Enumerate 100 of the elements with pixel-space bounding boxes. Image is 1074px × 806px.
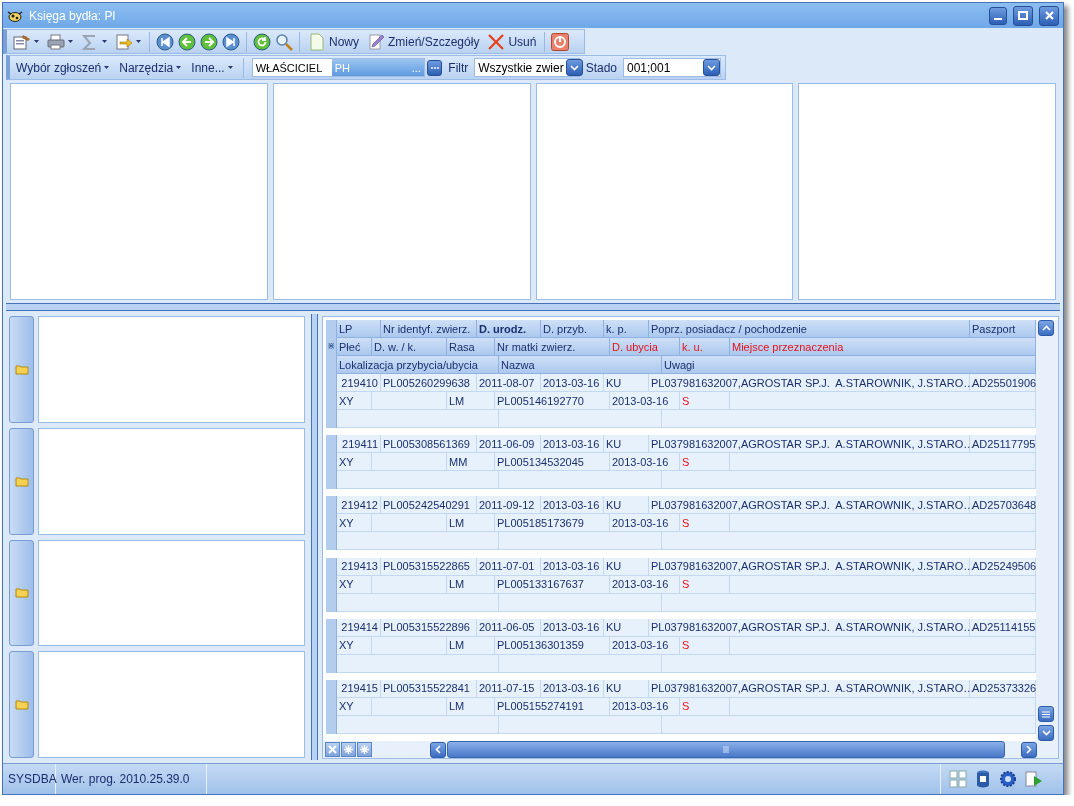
scroll-up-button[interactable]	[1038, 320, 1054, 336]
table-cell: KU	[604, 374, 649, 392]
gear-icon[interactable]	[999, 770, 1017, 788]
maximize-icon	[1018, 11, 1028, 20]
scroll-menu-button[interactable]	[1038, 706, 1054, 722]
refresh-icon[interactable]	[253, 32, 271, 51]
asterisk-icon	[343, 744, 354, 755]
table-cell: 2011-08-07	[477, 374, 541, 392]
table-cell: PL005315522896	[381, 618, 477, 637]
table-cell: 2013-03-16	[610, 697, 680, 716]
print-button[interactable]	[45, 31, 75, 52]
new-button[interactable]: Nowy	[306, 30, 361, 53]
table-row[interactable]: 219410 PL005260299638 2011-08-07 2013-03-16 KU PL037981632007,AGROSTAR SP.J. A.STAROWNIK, J.STARO…AD25501906 XY LM PL005146192770 2013-03-16 S	[337, 374, 1036, 428]
folder-button[interactable]	[9, 539, 34, 647]
table-cell: S	[680, 392, 730, 410]
table-cell: PL005136301359	[495, 636, 610, 655]
table-cell: XY	[337, 575, 372, 594]
table-cell: 2013-03-16	[610, 636, 680, 655]
export-button[interactable]	[113, 31, 143, 52]
field-label: Filtr	[448, 60, 469, 75]
table-cell: PL005315522865	[381, 557, 477, 576]
new-row-button[interactable]	[357, 742, 372, 757]
table-row[interactable]: 219412 PL005242540291 2011-09-12 2013-03-16 KU PL037981632007,AGROSTAR SP.J. A.STAROWNIK, J.STARO…AD25703648 XY LM PL005185173679 2013-03-16 S	[337, 496, 1036, 551]
table-cell: 219410	[337, 374, 381, 392]
cross-icon	[487, 32, 506, 51]
minimize-button[interactable]	[989, 6, 1007, 25]
table-cell: 219412	[337, 496, 381, 515]
run-icon[interactable]	[1025, 770, 1043, 788]
table-cell: 219413	[337, 557, 381, 576]
menu-button[interactable]: Wybór zgłoszeń	[14, 58, 112, 77]
caret-icon	[34, 40, 39, 43]
herd-dropdown[interactable]: 001;001	[623, 58, 721, 77]
table-cell: KU	[604, 557, 649, 576]
caret-icon	[227, 66, 233, 69]
document-icon	[308, 32, 326, 51]
search-icon[interactable]	[275, 32, 293, 51]
caret-icon	[136, 40, 141, 43]
table-cell: S	[680, 453, 730, 472]
table-cell: PL005308561369	[381, 435, 477, 454]
table-cell: XY	[337, 392, 372, 410]
grip-icon	[723, 746, 729, 753]
caret-icon	[68, 40, 73, 43]
table-cell: 2011-06-09	[477, 435, 541, 454]
table-cell: 2013-03-16	[610, 392, 680, 410]
power-icon[interactable]	[551, 32, 570, 51]
table-row[interactable]: 219413 PL005315522865 2011-07-01 2013-03-16 KU PL037981632007,AGROSTAR SP.J. A.STAROWNIK, J.STARO…AD25249506 XY LM PL005133167637 2013-03-16 S	[337, 557, 1036, 612]
chevron-up-icon	[1041, 325, 1051, 331]
filter-dropdown[interactable]: Wszystkie zwier	[474, 58, 580, 77]
window-title: Księga bydła: Pl	[29, 8, 116, 23]
scroll-down-button[interactable]	[1038, 725, 1054, 741]
table-cell: 2013-03-16	[541, 679, 604, 698]
cancel-button[interactable]	[325, 742, 340, 757]
caret-icon	[102, 40, 107, 43]
status-text: Wer. prog. 2010.25.39.0	[56, 764, 207, 794]
table-cell: XY	[337, 453, 372, 472]
back-icon[interactable]	[178, 32, 196, 51]
calculator-icon[interactable]	[949, 770, 967, 788]
database-icon[interactable]	[975, 770, 991, 788]
table-row[interactable]: 219415 PL005315522841 2011-07-15 2013-03-16 KU PL037981632007,AGROSTAR SP.J. A.STAROWNIK, J.STARO…AD25373326 XY LM PL005155274191 2013-03-16 S	[337, 679, 1036, 734]
field-label: WŁAŚCICIEL	[254, 61, 324, 74]
splitter[interactable]	[311, 314, 318, 760]
delete-button[interactable]: Usuń	[485, 30, 539, 53]
print-icon	[47, 33, 65, 50]
folder-icon	[14, 699, 29, 711]
table-cell: 2013-03-16	[541, 618, 604, 637]
table-row[interactable]: 219411 PL005308561369 2011-06-09 2013-03-16 KU PL037981632007,AGROSTAR SP.J. A.STAROWNIK, J.STARO…AD25117795 XY MM PL005134532045 2013-03-16 S	[337, 435, 1036, 490]
maximize-button[interactable]	[1013, 5, 1033, 26]
edit-button[interactable]: Zmień/Szczegóły	[365, 30, 482, 53]
owner-value: PH	[334, 61, 350, 74]
chevron-down-icon	[1041, 730, 1051, 736]
table-cell: KU	[604, 435, 649, 454]
scroll-right-button[interactable]	[1021, 741, 1037, 758]
properties-icon	[13, 33, 31, 50]
close-button[interactable]	[1039, 5, 1059, 26]
scroll-thumb[interactable]	[447, 741, 1005, 758]
first-icon[interactable]	[156, 32, 174, 51]
owner-field[interactable]: WŁAŚCICIEL PH ...	[251, 58, 425, 77]
folder-button[interactable]	[9, 316, 34, 423]
chevron-left-icon	[435, 745, 441, 754]
splitter[interactable]	[6, 303, 1060, 311]
browse-button[interactable]	[426, 59, 443, 76]
table-cell: PL005242540291	[381, 496, 477, 515]
forward-icon[interactable]	[200, 32, 218, 51]
last-icon[interactable]	[222, 32, 240, 51]
menu-button[interactable]: Inne...	[189, 58, 235, 77]
scroll-left-button[interactable]	[430, 741, 446, 758]
menu-icon	[1042, 710, 1050, 718]
export-icon	[115, 33, 133, 50]
new-row-button[interactable]	[341, 742, 356, 757]
menu-button[interactable]: Narzędzia	[117, 58, 184, 77]
folder-button[interactable]	[9, 651, 34, 758]
folder-button[interactable]	[9, 427, 34, 535]
table-row[interactable]: 219414 PL005315522896 2011-06-05 2013-03-16 KU PL037981632007,AGROSTAR SP.J. A.STAROWNIK, J.STARO…AD25114155 XY LM PL005136301359 2013-03-16 S	[337, 618, 1036, 673]
folder-icon	[14, 475, 29, 487]
table-cell: KU	[604, 679, 649, 698]
table-cell: KU	[604, 618, 649, 637]
table-cell: S	[680, 636, 730, 655]
table-cell: 2013-03-16	[541, 435, 604, 454]
table-cell: 219414	[337, 618, 381, 637]
table-cell: PL005185173679	[495, 514, 610, 533]
